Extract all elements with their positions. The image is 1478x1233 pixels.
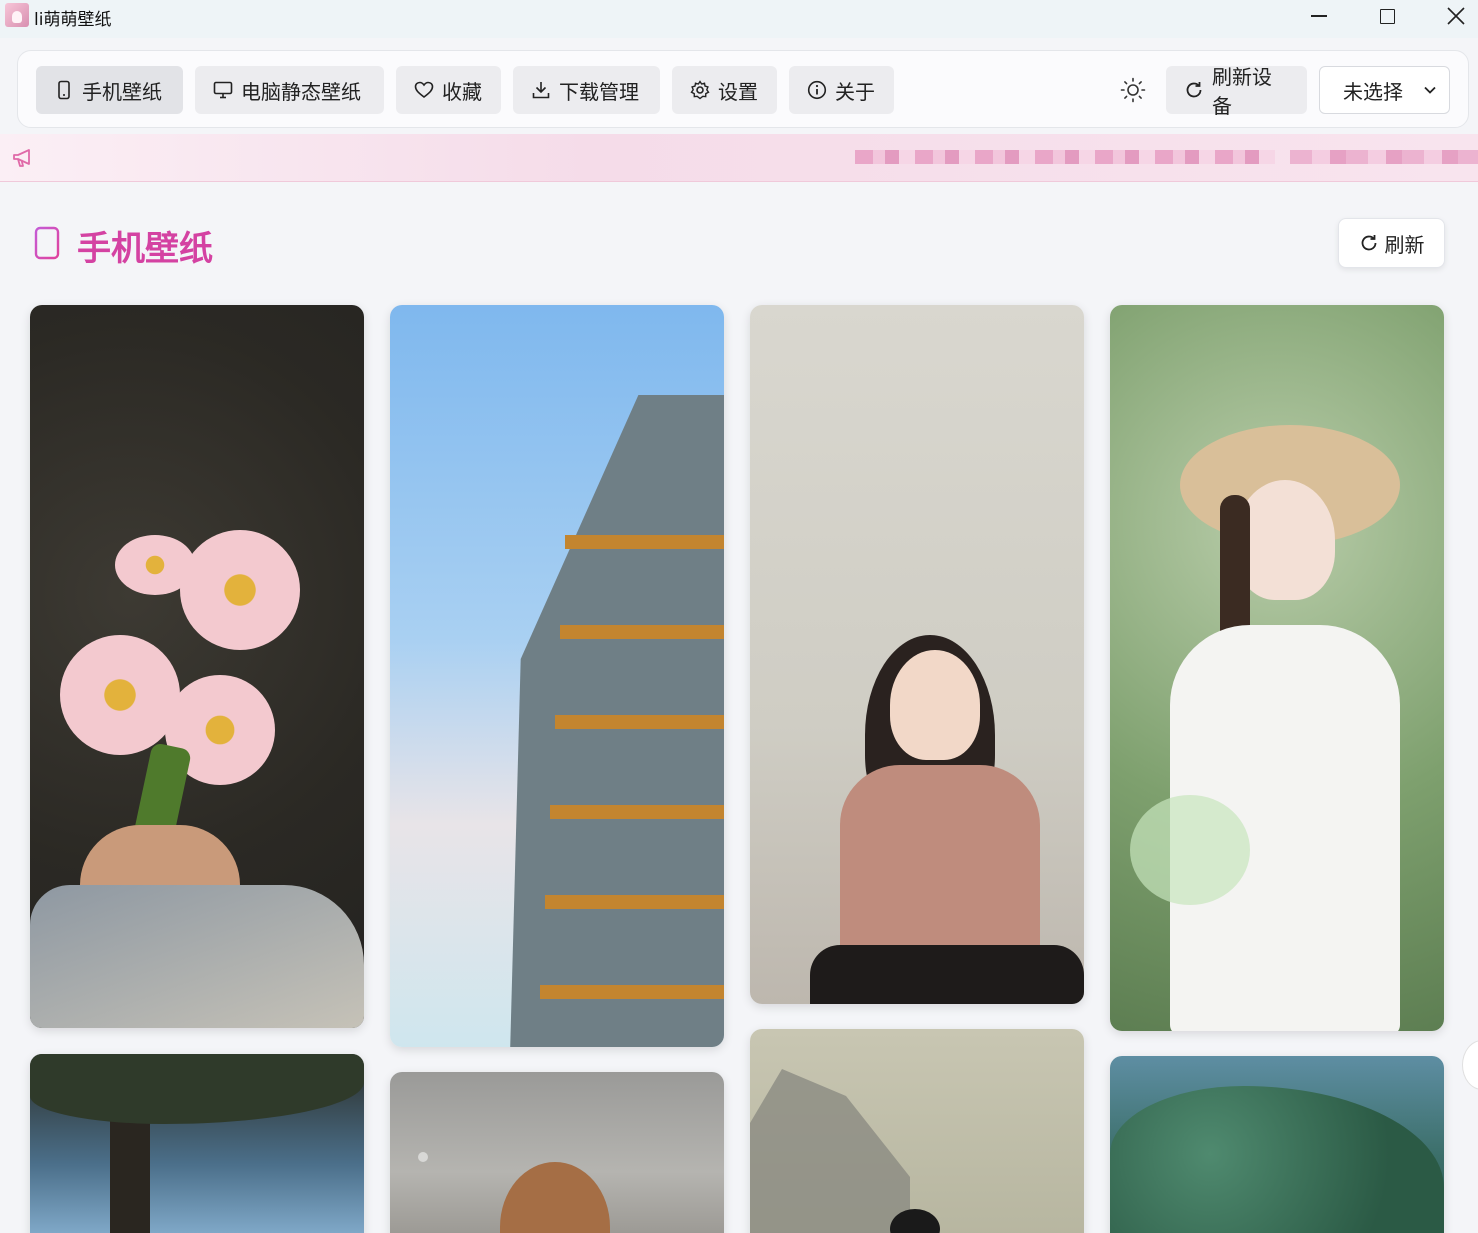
phone-icon — [58, 80, 70, 100]
sleeve-image — [30, 885, 364, 1028]
sun-icon — [1120, 77, 1146, 103]
info-icon — [807, 80, 827, 100]
window-row — [540, 985, 724, 999]
heart-icon — [414, 81, 434, 99]
gear-icon — [690, 80, 710, 100]
window-row — [565, 535, 724, 549]
wallpaper-card[interactable] — [30, 1054, 364, 1233]
refresh-devices-label: 刷新设备 — [1212, 65, 1272, 118]
tab-label: 收藏 — [442, 79, 482, 104]
tab-label: 电脑静态壁纸 — [241, 79, 361, 104]
monitor-icon — [213, 81, 233, 99]
wallpaper-card[interactable] — [390, 305, 724, 1047]
refresh-button[interactable]: 刷新 — [1338, 218, 1445, 268]
window-row — [560, 625, 724, 639]
bolt-image — [418, 1152, 428, 1162]
tab-label: 关于 — [835, 79, 875, 104]
flower-image — [115, 535, 195, 595]
device-select[interactable]: 未选择 — [1319, 66, 1450, 114]
app-logo-icon — [5, 3, 29, 27]
minimize-button[interactable] — [1287, 0, 1351, 32]
wallpaper-card[interactable] — [390, 1072, 724, 1233]
wallpaper-card[interactable] — [1110, 305, 1444, 1031]
tab-about[interactable]: 关于 — [789, 66, 894, 114]
minimize-icon — [1311, 15, 1327, 17]
flower-image — [180, 530, 300, 650]
wallpaper-card[interactable] — [1110, 1056, 1444, 1233]
window-row — [545, 895, 724, 909]
refresh-icon — [1186, 82, 1202, 98]
wallpaper-card[interactable] — [750, 305, 1084, 1004]
window-row — [550, 805, 724, 819]
refresh-devices-button[interactable]: 刷新设备 — [1166, 65, 1307, 118]
face-image — [890, 650, 980, 760]
bowl-image — [1130, 795, 1250, 905]
tree-canopy-image — [30, 1054, 364, 1124]
wallpaper-card[interactable] — [30, 305, 364, 1028]
device-select-value: 未选择 — [1343, 79, 1403, 104]
close-button[interactable] — [1424, 0, 1478, 32]
phone-icon — [34, 226, 60, 260]
maximize-icon — [1379, 8, 1395, 24]
scroll-to-top-button[interactable] — [1462, 1040, 1478, 1090]
window-title: li萌萌壁纸 — [34, 10, 112, 30]
mountain-ink-image — [750, 1069, 910, 1233]
tab-downloads[interactable]: 下载管理 — [513, 66, 660, 114]
window-row — [555, 715, 724, 729]
flower-image — [60, 635, 180, 755]
download-icon — [532, 82, 550, 99]
tab-label: 下载管理 — [559, 79, 639, 104]
announcement-bar — [0, 134, 1478, 182]
tab-phone-wallpaper[interactable]: 手机壁纸 — [36, 66, 183, 114]
chevron-down-icon — [1424, 86, 1436, 94]
tab-desktop-wallpaper[interactable]: 电脑静态壁纸 — [195, 66, 384, 114]
refresh-icon — [1361, 235, 1376, 251]
hair-image — [500, 1162, 610, 1233]
tab-label: 手机壁纸 — [82, 79, 162, 104]
title-bar: li萌萌壁纸 — [0, 0, 1478, 38]
forest-image — [1110, 1086, 1444, 1233]
maximize-button[interactable] — [1355, 0, 1419, 32]
pants-image — [810, 945, 1084, 1004]
megaphone-icon — [13, 149, 30, 167]
wallpaper-card[interactable] — [750, 1029, 1084, 1233]
page-title: 手机壁纸 — [77, 229, 213, 269]
theme-toggle-button[interactable] — [1109, 66, 1157, 114]
face-image — [1235, 480, 1335, 600]
top-nav: 手机壁纸 电脑静态壁纸 收藏 下载管理 设置 关于 刷新设备 未选择 — [17, 50, 1469, 128]
tab-favorites[interactable]: 收藏 — [396, 66, 501, 114]
tab-settings[interactable]: 设置 — [672, 66, 777, 114]
close-icon — [1447, 7, 1465, 25]
tab-label: 设置 — [718, 79, 758, 104]
refresh-label: 刷新 — [1384, 232, 1425, 257]
